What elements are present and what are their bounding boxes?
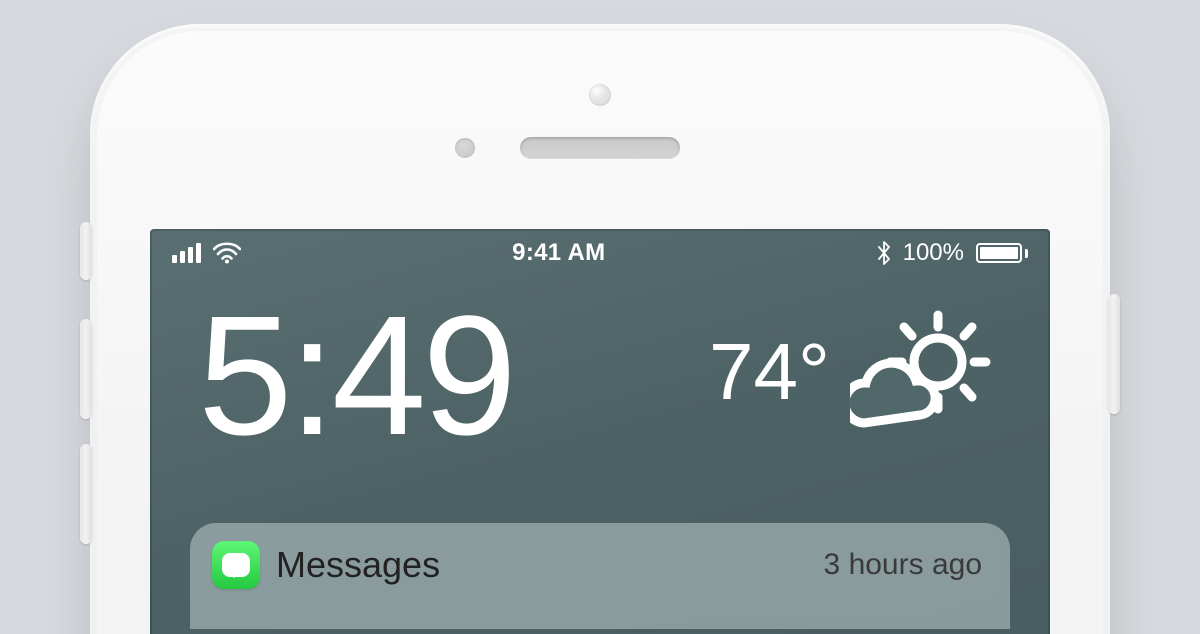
volume-up-button[interactable]: [80, 319, 92, 419]
notification-card[interactable]: Messages 3 hours ago: [190, 523, 1010, 629]
speech-bubble-icon: [222, 553, 250, 577]
bluetooth-icon: [877, 241, 891, 265]
lock-screen-clock: 5:49: [198, 291, 513, 461]
temperature-label: 74°: [709, 332, 830, 412]
wifi-icon: [213, 242, 241, 264]
status-right-cluster: 100%: [877, 239, 1028, 267]
iphone-device-frame: 9:41 AM 100% 5:49 74°: [90, 24, 1110, 634]
battery-percent-label: 100%: [903, 239, 964, 267]
cellular-signal-icon: [172, 243, 201, 263]
notification-timestamp: 3 hours ago: [824, 548, 982, 582]
weather-widget[interactable]: 74°: [709, 307, 1000, 437]
status-bar: 9:41 AM 100%: [150, 229, 1050, 277]
earpiece-speaker: [520, 137, 680, 159]
proximity-sensor: [455, 138, 475, 158]
battery-icon: [976, 243, 1028, 263]
notification-app-name: Messages: [276, 544, 440, 586]
partly-cloudy-icon: [850, 307, 1000, 437]
lock-screen-header: 5:49 74°: [150, 277, 1050, 461]
messages-app-icon: [212, 541, 260, 589]
power-button[interactable]: [1108, 294, 1120, 414]
mute-switch[interactable]: [80, 222, 92, 280]
front-camera: [589, 84, 611, 106]
phone-screen: 9:41 AM 100% 5:49 74°: [150, 229, 1050, 634]
status-left-cluster: [172, 242, 241, 264]
status-bar-time: 9:41 AM: [512, 239, 605, 267]
notification-header-left: Messages: [212, 541, 440, 589]
volume-down-button[interactable]: [80, 444, 92, 544]
